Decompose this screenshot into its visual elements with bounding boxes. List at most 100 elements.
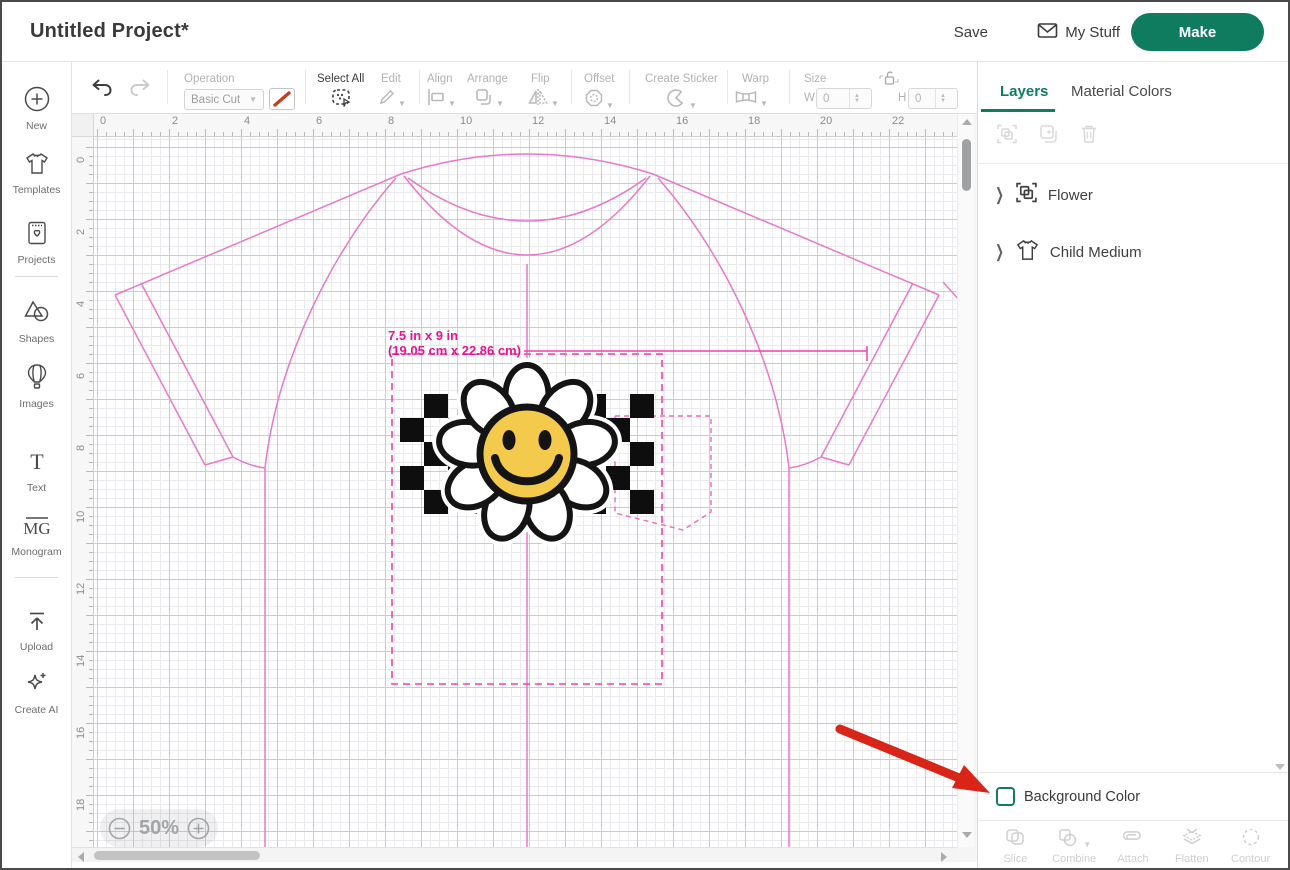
ruler-tick xyxy=(637,129,638,136)
ruler-tick xyxy=(295,132,296,136)
combine-button[interactable]: ▼ Combine xyxy=(1045,827,1103,865)
flower-design[interactable] xyxy=(400,365,654,545)
flip-button[interactable]: ▼ xyxy=(527,88,559,111)
layer-actions-row xyxy=(978,115,1288,164)
ruler-number: 0 xyxy=(100,115,106,127)
tab-layers[interactable]: Layers xyxy=(1000,83,1048,100)
ruler-tick xyxy=(89,597,93,598)
ruler-tick xyxy=(349,129,350,136)
ruler-tick xyxy=(673,129,674,136)
contour-button[interactable]: Contour xyxy=(1222,827,1280,865)
scroll-right-arrow[interactable] xyxy=(941,852,947,862)
sidebar-item-create-ai[interactable]: Create AI xyxy=(2,670,71,716)
sidebar-item-text[interactable]: T Text xyxy=(2,450,71,494)
make-button[interactable]: Make xyxy=(1131,13,1264,51)
chevron-right-icon[interactable]: ❯ xyxy=(995,185,1004,206)
vertical-scroll-thumb[interactable] xyxy=(962,139,971,191)
arrange-button[interactable]: ▼ xyxy=(474,88,504,111)
ruler-tick xyxy=(89,336,93,337)
arrange-label: Arrange xyxy=(467,73,508,85)
ruler-tick xyxy=(952,132,953,136)
zoom-level: 50% xyxy=(139,817,179,840)
canvas-horizontal-scrollbar[interactable] xyxy=(72,847,957,862)
width-input[interactable] xyxy=(817,93,849,105)
ruler-tick xyxy=(439,132,440,136)
create-sticker-button[interactable]: ▼ xyxy=(665,88,697,113)
ruler-tick xyxy=(844,132,845,136)
ruler-tick xyxy=(89,192,93,193)
trash-icon[interactable] xyxy=(1079,123,1099,150)
ruler-tick xyxy=(86,147,93,148)
lock-open-icon[interactable] xyxy=(878,70,900,93)
ruler-tick xyxy=(925,129,926,136)
ruler-tick xyxy=(89,777,93,778)
height-input[interactable] xyxy=(909,93,935,105)
scroll-down-arrow[interactable] xyxy=(962,832,972,838)
background-color-checkbox[interactable] xyxy=(996,787,1015,806)
ruler-number: 20 xyxy=(820,115,832,127)
width-stepper[interactable]: ▲▼ xyxy=(849,89,864,108)
sidebar-item-new[interactable]: New xyxy=(2,86,71,132)
sidebar-item-upload[interactable]: Upload xyxy=(2,609,71,653)
sidebar-item-templates[interactable]: Templates xyxy=(2,151,71,196)
zoom-out-button[interactable] xyxy=(108,817,131,840)
ruler-tick xyxy=(763,132,764,136)
flatten-button[interactable]: Flatten xyxy=(1163,827,1221,865)
ruler-tick xyxy=(871,132,872,136)
ruler-tick xyxy=(781,129,782,136)
ruler-tick xyxy=(106,132,107,136)
sidebar-item-monogram[interactable]: MG Monogram xyxy=(2,514,71,558)
ruler-tick xyxy=(421,129,422,136)
save-button[interactable]: Save xyxy=(954,24,988,41)
panel-scroll-down-arrow[interactable] xyxy=(1275,764,1285,770)
ruler-tick xyxy=(511,132,512,136)
ruler-tick xyxy=(89,516,93,517)
layer-row-child-medium[interactable]: ❯ Child Medium xyxy=(978,227,1288,277)
warp-button[interactable]: ▼ xyxy=(734,88,768,111)
ruler-tick xyxy=(574,132,575,136)
edit-button[interactable]: ▼ xyxy=(378,88,406,111)
ruler-tick xyxy=(160,132,161,136)
ruler-tick xyxy=(430,132,431,136)
ruler-tick xyxy=(86,615,93,616)
ruler-number: 16 xyxy=(75,725,87,739)
chevron-right-icon[interactable]: ❯ xyxy=(995,242,1004,263)
ruler-tick xyxy=(214,132,215,136)
attach-button[interactable]: Attach xyxy=(1104,827,1162,865)
align-button[interactable]: ▼ xyxy=(426,88,456,111)
offset-button[interactable]: ▼ xyxy=(584,88,614,113)
ruler-tick xyxy=(89,804,93,805)
my-stuff-button[interactable]: My Stuff xyxy=(1037,21,1120,43)
background-color-row: Background Color xyxy=(978,772,1288,820)
ruler-tick xyxy=(943,132,944,136)
select-all-button[interactable] xyxy=(330,88,352,113)
sidebar-item-shapes[interactable]: Shapes xyxy=(2,299,71,345)
tshirt-icon xyxy=(24,163,50,180)
ruler-number: 6 xyxy=(316,115,322,127)
ruler-tick xyxy=(628,132,629,136)
canvas-vertical-scrollbar[interactable] xyxy=(957,114,974,847)
scroll-left-arrow[interactable] xyxy=(78,852,84,862)
horizontal-scroll-thumb[interactable] xyxy=(94,851,260,860)
sidebar-item-images[interactable]: Images xyxy=(2,363,71,410)
tab-material-colors[interactable]: Material Colors xyxy=(1071,83,1172,100)
ruler-number: 16 xyxy=(676,115,688,127)
sparkle-icon xyxy=(24,683,50,700)
operation-select[interactable]: Basic Cut▼ xyxy=(184,89,264,110)
canvas-artwork[interactable]: 7.5 in x 9 in (19.05 cm x 22.86 cm) xyxy=(94,137,957,847)
ruler-tick xyxy=(889,129,890,136)
group-icon[interactable] xyxy=(996,123,1018,150)
redo-button[interactable] xyxy=(128,78,152,103)
operation-color-swatch[interactable] xyxy=(269,88,295,110)
ruler-tick xyxy=(89,309,93,310)
slice-button[interactable]: Slice xyxy=(986,827,1044,865)
scroll-up-arrow[interactable] xyxy=(962,119,972,125)
layer-row-flower[interactable]: ❯ Flower xyxy=(978,170,1288,220)
ruler-tick xyxy=(709,129,710,136)
toolbar-separator xyxy=(167,70,168,104)
duplicate-icon[interactable] xyxy=(1038,123,1060,150)
zoom-in-button[interactable] xyxy=(187,817,210,840)
undo-button[interactable] xyxy=(90,78,114,103)
height-stepper[interactable]: ▲▼ xyxy=(935,89,950,108)
sidebar-item-projects[interactable]: Projects xyxy=(2,220,71,266)
